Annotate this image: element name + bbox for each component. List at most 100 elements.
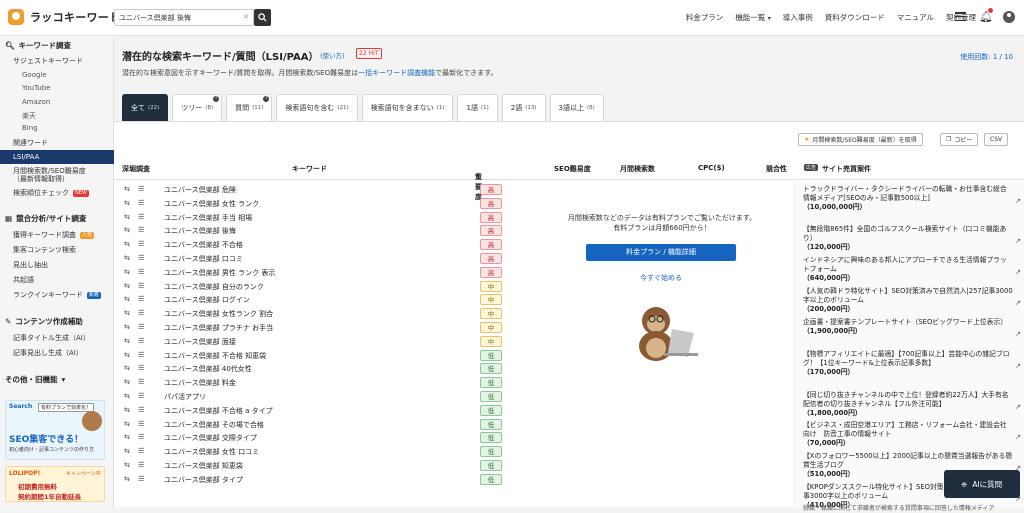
drill-icon[interactable]: ⇆ ☰ <box>124 392 147 400</box>
keyword-text[interactable]: ユニバース倶楽部 不合格 a タイプ <box>164 406 273 416</box>
sidebar-section-other[interactable]: その他・旧機能 ▾ <box>5 374 65 385</box>
drill-icon[interactable]: ⇆ ☰ <box>124 309 147 317</box>
menu-icon[interactable] <box>955 12 966 21</box>
logo[interactable]: ラッコキーワード <box>8 9 120 25</box>
external-link-icon[interactable]: ↗ <box>1015 362 1021 371</box>
sidebar-item-youtube[interactable]: YouTube <box>22 84 50 92</box>
sidebar-item-lsi[interactable]: LSI/PAA <box>0 150 114 164</box>
sidebar-item-title-ai[interactable]: 記事タイトル生成（AI） <box>13 333 90 343</box>
keyword-text[interactable]: ユニバース倶楽部 口コミ <box>164 254 243 264</box>
nav-pricing[interactable]: 料金プラン <box>686 12 724 23</box>
sidebar-item-google[interactable]: Google <box>22 71 47 79</box>
tab-include[interactable]: 検索語句を含む (21) <box>276 94 358 121</box>
sidebar-item-amazon[interactable]: Amazon <box>22 98 50 106</box>
site-sale-item[interactable]: トラックドライバー・タクシードライバーの転職・お仕事含む総合情報メディア[SEO… <box>803 185 1021 212</box>
tab-exclude[interactable]: 検索語句を含まない (1) <box>361 94 454 121</box>
keyword-text[interactable]: ユニバース倶楽部 女性 ランク <box>164 199 259 209</box>
tab-2words[interactable]: 2語 (13) <box>501 94 546 121</box>
tab-question[interactable]: 質問 (11)? <box>226 94 273 121</box>
keyword-text[interactable]: ユニバース倶楽部 知恵袋 <box>164 461 243 471</box>
ai-question-button[interactable]: 🤖︎ AIに質問 <box>944 470 1020 498</box>
sidebar-section-competitor[interactable]: ▦ 競合分析/サイト調査 <box>5 213 86 224</box>
promo-banner-lolipop[interactable]: LOLIPOP! キャンペーン中 初期費用無料 契約期間1年自動延長 <box>5 466 105 502</box>
keyword-text[interactable]: パパ活アプリ <box>164 392 206 402</box>
sidebar-item-acquired[interactable]: 獲得キーワード調査 人気 <box>13 230 95 240</box>
sidebar-item-bing[interactable]: Bing <box>22 124 38 132</box>
drill-icon[interactable]: ⇆ ☰ <box>124 378 147 386</box>
tab-3words[interactable]: 3語以上 (8) <box>549 94 604 121</box>
bulk-keyword-link[interactable]: 一括キーワード調査機能 <box>358 69 435 77</box>
start-now-link[interactable]: 今すぐ始める <box>586 273 736 283</box>
fetch-volume-button[interactable]: ★ 月間検索数/SEO難易度（最新）を取得 <box>798 133 923 146</box>
drill-icon[interactable]: ⇆ ☰ <box>124 461 147 469</box>
site-sale-item[interactable]: 【同じ切り抜きチャンネルの中で上位！登録者約22万人】大手有名配信者の切り抜きチ… <box>803 391 1021 418</box>
sidebar-item-cooccur[interactable]: 共起語 <box>13 275 34 285</box>
nav-manual[interactable]: マニュアル <box>897 12 934 23</box>
tab-all[interactable]: 全て (22) <box>122 94 169 121</box>
keyword-text[interactable]: ユニバース倶楽部 危険 <box>164 185 236 195</box>
clear-icon[interactable]: ✕ <box>243 13 249 21</box>
drill-icon[interactable]: ⇆ ☰ <box>124 213 147 221</box>
keyword-text[interactable]: ユニバース倶楽部 女性ランク 割合 <box>164 309 273 319</box>
usage-link[interactable]: (使い方) <box>320 50 345 60</box>
external-link-icon[interactable]: ↗ <box>1015 197 1021 206</box>
keyword-text[interactable]: ユニバース倶楽部 自分のランク <box>164 282 264 292</box>
site-sale-item[interactable]: 【ビジネス・成田空港エリア】工務店・リフォーム会社・建設会社向け 防音工事の情報… <box>803 421 1021 448</box>
sidebar-item-rankin[interactable]: ランクインキーワード 新着 <box>13 290 102 300</box>
sidebar-item-rank[interactable]: 検索順位チェック NEW <box>13 188 89 198</box>
external-link-icon[interactable]: ↗ <box>1015 237 1021 246</box>
site-sale-item[interactable]: 【無段階865件】全国のゴルフスクール検索サイト（口コミ機能あり） （120,00… <box>803 225 1021 252</box>
keyword-text[interactable]: ユニバース倶楽部 男性 ランク 表示 <box>164 268 275 278</box>
keyword-text[interactable]: ユニバース倶楽部 女性 口コミ <box>164 447 259 457</box>
nav-features[interactable]: 機能一覧 ▾ <box>735 12 770 23</box>
drill-icon[interactable]: ⇆ ☰ <box>124 351 147 359</box>
drill-icon[interactable]: ⇆ ☰ <box>124 364 147 372</box>
drill-icon[interactable]: ⇆ ☰ <box>124 268 147 276</box>
drill-icon[interactable]: ⇆ ☰ <box>124 447 147 455</box>
search-button[interactable] <box>254 9 271 26</box>
sidebar-item-heading[interactable]: 見出し抽出 <box>13 260 48 270</box>
external-link-icon[interactable]: ↗ <box>1015 268 1021 277</box>
drill-icon[interactable]: ⇆ ☰ <box>124 254 147 262</box>
sidebar-item-volume[interactable]: 月間検索数/SEO難易度 （最新情報取得） <box>13 167 86 183</box>
nav-download[interactable]: 資料ダウンロード <box>825 12 885 23</box>
drill-icon[interactable]: ⇆ ☰ <box>124 240 147 248</box>
sidebar-item-content-search[interactable]: 集客コンテンツ検索 <box>13 245 76 255</box>
external-link-icon[interactable]: ↗ <box>1015 433 1021 442</box>
drill-icon[interactable]: ⇆ ☰ <box>124 282 147 290</box>
promo-banner-seo[interactable]: Search 有料プランで効率化！ SEO集客できる！ 初心者向け・記事コンテン… <box>5 400 105 460</box>
sidebar-item-rakuten[interactable]: 楽天 <box>22 111 36 121</box>
drill-icon[interactable]: ⇆ ☰ <box>124 420 147 428</box>
keyword-text[interactable]: ユニバース倶楽部 交際タイプ <box>164 433 257 443</box>
keyword-text[interactable]: ユニバース倶楽部 面接 <box>164 337 236 347</box>
drill-icon[interactable]: ⇆ ☰ <box>124 199 147 207</box>
site-sale-item[interactable]: 企画書・提案書テンプレートサイト（SEOビッグワード上位表示） （1,900,00… <box>803 318 1021 338</box>
drill-icon[interactable]: ⇆ ☰ <box>124 433 147 441</box>
drill-icon[interactable]: ⇆ ☰ <box>124 475 147 483</box>
tab-tree[interactable]: ツリー (8)? <box>172 94 223 121</box>
keyword-text[interactable]: ユニバース倶楽部 不合格 知恵袋 <box>164 351 266 361</box>
drill-icon[interactable]: ⇆ ☰ <box>124 337 147 345</box>
drill-icon[interactable]: ⇆ ☰ <box>124 323 147 331</box>
external-link-icon[interactable]: ↗ <box>1015 403 1021 412</box>
external-link-icon[interactable]: ↗ <box>1015 299 1021 308</box>
search-input[interactable]: ユニバース倶楽部 後悔 ✕ <box>114 9 254 26</box>
plan-details-button[interactable]: 料金プラン / 機能詳細 <box>586 244 736 261</box>
site-sale-item[interactable]: 【人気の韓ドラ特化サイト】SEO対策済みで自然流入|257記事3000字以上のボ… <box>803 287 1021 314</box>
csv-button[interactable]: CSV <box>984 133 1009 146</box>
sidebar-item-heading-ai[interactable]: 記事見出し生成（AI） <box>13 348 83 358</box>
keyword-text[interactable]: ユニバース倶楽部 料金 <box>164 378 236 388</box>
keyword-text[interactable]: ユニバース倶楽部 プラチナ お手当 <box>164 323 273 333</box>
sidebar-item-related[interactable]: 関連ワード <box>13 138 48 148</box>
sidebar-section-keyword[interactable]: 🔍︎ キーワード調査 <box>5 40 71 51</box>
user-icon[interactable] <box>1003 11 1015 23</box>
sidebar-item-suggest[interactable]: サジェストキーワード <box>13 56 83 66</box>
site-sale-item[interactable]: インドネシアに興味のある邦人にアプローチできる生活情報プラットフォーム （640,… <box>803 256 1021 283</box>
keyword-text[interactable]: ユニバース倶楽部 40代女性 <box>164 364 252 374</box>
drill-icon[interactable]: ⇆ ☰ <box>124 295 147 303</box>
nav-cases[interactable]: 導入事例 <box>783 12 813 23</box>
keyword-text[interactable]: ユニバース倶楽部 手当 相場 <box>164 213 252 223</box>
keyword-text[interactable]: ユニバース倶楽部 その場で合格 <box>164 420 264 430</box>
tab-1word[interactable]: 1語 (1) <box>457 94 498 121</box>
site-sale-item[interactable]: 【物標アフィリエイトに最適】【700記事以上】芸能中心の雑記ブログ！【1位キーワ… <box>803 350 1021 377</box>
